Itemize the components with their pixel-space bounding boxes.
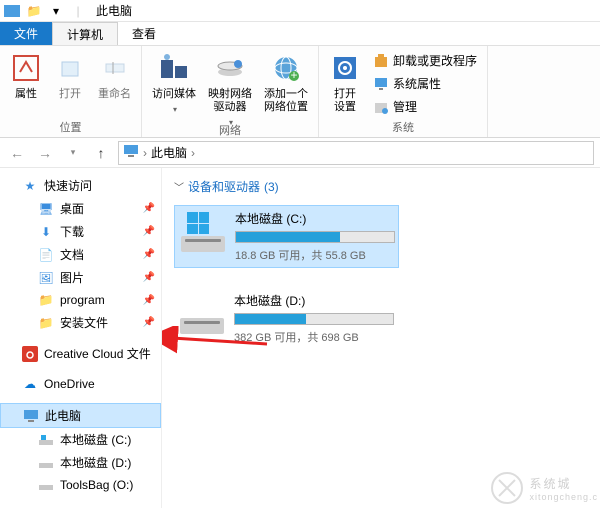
drive-name: 本地磁盘 (D:) (234, 292, 395, 309)
manage-button[interactable]: 管理 (369, 96, 481, 117)
tree-install-files[interactable]: 📁 安装文件 📌 (0, 311, 161, 334)
breadcrumb[interactable]: › 此电脑 › (118, 141, 594, 165)
properties-button[interactable]: 属性 (6, 50, 46, 103)
manage-icon (373, 99, 389, 115)
drive-usage-bar (235, 231, 395, 243)
nav-bar: ← → ▾ ↑ › 此电脑 › (0, 138, 600, 168)
tree-this-pc[interactable]: 此电脑 (0, 403, 161, 428)
window-title: 此电脑 (96, 2, 132, 19)
drive-icon (178, 292, 226, 334)
map-drive-button[interactable]: 映射网络 驱动器 (204, 50, 256, 129)
nav-forward-button[interactable]: → (34, 142, 56, 164)
rename-button[interactable]: 重命名 (94, 50, 135, 103)
star-icon: ★ (22, 178, 38, 194)
watermark: 系统城 xitongcheng.c (489, 470, 598, 506)
add-net-location-button[interactable]: + 添加一个 网络位置 (260, 50, 312, 116)
tree-disk-c[interactable]: 本地磁盘 (C:) (0, 428, 161, 451)
tab-view[interactable]: 查看 (118, 22, 170, 45)
navigation-pane[interactable]: ★ 快速访问 🖥 桌面 📌 ⬇ 下载 📌 📄 文档 📌 🖼 图片 📌 📁 pro… (0, 168, 162, 508)
chevron-down-icon: ﹀ (174, 179, 184, 194)
tab-computer[interactable]: 计算机 (52, 22, 118, 45)
ribbon-group-label: 系统 (325, 119, 481, 135)
desktop-icon: 🖥 (38, 201, 54, 217)
tree-creative-cloud[interactable]: Creative Cloud 文件 (0, 342, 161, 365)
qat-folder-icon[interactable]: 📁 (24, 3, 44, 19)
map-drive-icon (214, 52, 246, 84)
media-icon (158, 52, 190, 84)
folder-icon: 📁 (38, 315, 54, 331)
pin-icon: 📌 (143, 317, 155, 328)
drive-name: 本地磁盘 (C:) (235, 210, 395, 227)
ribbon-group-network: 访问媒体 映射网络 驱动器 + 添加一个 网络位置 网络 (142, 46, 319, 137)
tab-file[interactable]: 文件 (0, 22, 52, 45)
breadcrumb-pc-icon (123, 144, 139, 161)
pin-icon: 📌 (143, 226, 155, 237)
properties-icon (10, 52, 42, 84)
ribbon-group-location: 属性 打开 重命名 位置 (0, 46, 142, 137)
settings-icon (329, 52, 361, 84)
section-label: 设备和驱动器 (188, 178, 260, 195)
disk-icon (38, 477, 54, 493)
pin-icon: 📌 (143, 203, 155, 214)
creative-cloud-icon (22, 346, 38, 362)
pictures-icon: 🖼 (38, 270, 54, 286)
svg-text:+: + (290, 68, 297, 82)
tab-strip: 文件 计算机 查看 (0, 22, 600, 46)
ribbon: 属性 打开 重命名 位置 访问媒体 (0, 46, 600, 138)
ribbon-group-label: 网络 (148, 122, 312, 138)
open-settings-button[interactable]: 打开 设置 (325, 50, 365, 116)
documents-icon: 📄 (38, 247, 54, 263)
drives-list: 本地磁盘 (C:) 18.8 GB 可用，共 55.8 GB 本地磁盘 (D:)… (174, 205, 588, 349)
disk-icon (38, 455, 54, 471)
uninstall-button[interactable]: 卸载或更改程序 (369, 50, 481, 71)
download-icon: ⬇ (38, 224, 54, 240)
access-media-button[interactable]: 访问媒体 (148, 50, 200, 116)
drive-icon (179, 210, 227, 252)
qat-divider: | (68, 3, 88, 19)
drive-item[interactable]: 本地磁盘 (D:) 382 GB 可用，共 698 GB (174, 288, 399, 349)
tree-onedrive[interactable]: ☁ OneDrive (0, 373, 161, 395)
onedrive-icon: ☁ (22, 376, 38, 392)
tree-disk-d[interactable]: 本地磁盘 (D:) (0, 451, 161, 474)
uninstall-icon (373, 53, 389, 69)
tree-program[interactable]: 📁 program 📌 (0, 289, 161, 311)
tree-pictures[interactable]: 🖼 图片 📌 (0, 266, 161, 289)
tree-documents[interactable]: 📄 文档 📌 (0, 243, 161, 266)
tree-quick-access[interactable]: ★ 快速访问 (0, 174, 161, 197)
system-props-button[interactable]: 系统属性 (369, 73, 481, 94)
open-icon (54, 52, 86, 84)
globe-icon: + (270, 52, 302, 84)
nav-back-button[interactable]: ← (6, 142, 28, 164)
pin-icon: 📌 (143, 272, 155, 283)
app-icon (4, 5, 20, 17)
tree-toolsbag[interactable]: ToolsBag (O:) (0, 474, 161, 496)
ribbon-group-system: 打开 设置 卸载或更改程序 系统属性 (319, 46, 488, 137)
tree-desktop[interactable]: 🖥 桌面 📌 (0, 197, 161, 220)
quick-access-toolbar: 📁 ▾ | (24, 3, 88, 19)
nav-recent-dropdown[interactable]: ▾ (62, 142, 84, 164)
section-header[interactable]: ﹀ 设备和驱动器 (3) (174, 178, 588, 195)
pin-icon: 📌 (143, 295, 155, 306)
section-count: (3) (264, 180, 279, 194)
disk-icon (38, 432, 54, 448)
this-pc-icon (23, 408, 39, 424)
folder-icon: 📁 (38, 292, 54, 308)
content-pane[interactable]: ﹀ 设备和驱动器 (3) 本地磁盘 (C:) 18.8 GB 可用，共 55.8… (162, 168, 600, 508)
monitor-icon (373, 76, 389, 92)
pin-icon: 📌 (143, 249, 155, 260)
drive-item[interactable]: 本地磁盘 (C:) 18.8 GB 可用，共 55.8 GB (174, 205, 399, 268)
drive-stats: 382 GB 可用，共 698 GB (234, 329, 395, 345)
qat-dropdown-icon[interactable]: ▾ (46, 3, 66, 19)
ribbon-group-label: 位置 (6, 119, 135, 135)
nav-up-button[interactable]: ↑ (90, 142, 112, 164)
breadcrumb-root[interactable]: 此电脑 (151, 144, 187, 161)
drive-stats: 18.8 GB 可用，共 55.8 GB (235, 247, 395, 263)
drive-usage-bar (234, 313, 394, 325)
title-bar: 📁 ▾ | 此电脑 (0, 0, 600, 22)
main-area: ★ 快速访问 🖥 桌面 📌 ⬇ 下载 📌 📄 文档 📌 🖼 图片 📌 📁 pro… (0, 168, 600, 508)
tree-network[interactable]: 网络 (0, 504, 161, 508)
tree-downloads[interactable]: ⬇ 下载 📌 (0, 220, 161, 243)
rename-icon (99, 52, 131, 84)
open-button[interactable]: 打开 (50, 50, 90, 103)
